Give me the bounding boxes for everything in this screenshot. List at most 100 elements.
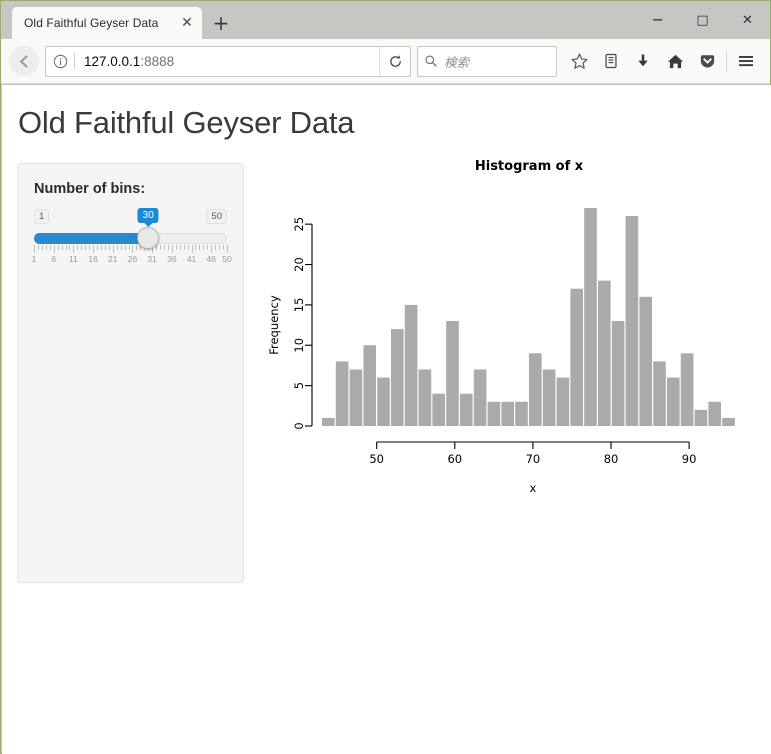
slider-tick (179, 245, 181, 250)
histogram-bar (708, 401, 721, 426)
x-axis-label: x (529, 481, 536, 495)
download-arrow-icon (638, 54, 648, 67)
bins-slider[interactable]: 1 50 30 1 6 11 16 21 26 31 36 41 46 50 (32, 208, 232, 275)
downloads-icon[interactable] (627, 46, 659, 76)
slider-tick (124, 245, 126, 250)
slider-tick (104, 245, 106, 250)
slider-tick (85, 245, 87, 250)
slider-tick (195, 245, 197, 250)
slider-tick-label: 46 (206, 254, 216, 264)
slider-tick (223, 245, 225, 250)
histogram-bar (322, 417, 335, 426)
browser-tab[interactable]: Old Faithful Geyser Data ✕ (12, 7, 202, 39)
slider-tick (116, 245, 118, 250)
y-axis-tick-label: 25 (292, 217, 306, 232)
page-title: Old Faithful Geyser Data (18, 105, 355, 140)
star-icon (570, 52, 588, 69)
toolbar-divider (726, 50, 727, 72)
browser-window: Old Faithful Geyser Data ✕ + ─ □ ✕ 127.0… (0, 0, 771, 754)
histogram-bar (501, 401, 514, 426)
slider-tick (199, 245, 201, 250)
histogram-bar (529, 353, 542, 426)
minimize-button[interactable]: ─ (635, 5, 680, 35)
library-icon[interactable] (595, 46, 627, 76)
search-icon (418, 54, 444, 68)
slider-tick (61, 245, 63, 250)
y-axis-tick-label: 20 (292, 257, 306, 272)
bookmark-star-icon[interactable] (563, 46, 595, 76)
x-axis-tick-label: 70 (526, 452, 541, 466)
plot-panel: Histogram of x 0 5 10 15 20 25 Frequency 50 60 70 8… (264, 159, 771, 583)
histogram-bar (570, 288, 583, 426)
slider-tick (34, 245, 35, 253)
url-bar[interactable]: 127.0.0.1:8888 (45, 45, 411, 77)
slider-tick (132, 245, 134, 253)
menu-lines-icon (739, 56, 753, 67)
page-content: Old Faithful Geyser Data Number of bins:… (2, 85, 771, 754)
reload-button[interactable] (379, 46, 410, 76)
histogram-bar (473, 369, 487, 426)
x-axis-tick-label: 90 (682, 452, 697, 466)
clipboard-icon (605, 53, 617, 69)
histogram-bar (418, 369, 432, 426)
slider-tick (187, 245, 189, 250)
navigation-toolbar: 127.0.0.1:8888 検索 (1, 39, 770, 84)
histogram-bar (694, 409, 708, 426)
histogram-bar (611, 321, 625, 426)
pocket-icon[interactable] (691, 46, 723, 76)
slider-tick-labels: 1 6 11 16 21 26 31 36 41 46 50 (32, 254, 232, 266)
url-text: 127.0.0.1:8888 (75, 54, 379, 69)
histogram-bar (391, 329, 404, 426)
close-window-button[interactable]: ✕ (725, 5, 770, 35)
slider-tick (167, 245, 169, 250)
slider-tick (65, 245, 67, 250)
slider-tick-label: 31 (147, 254, 157, 264)
slider-tick (128, 245, 130, 250)
slider-tick-label: 41 (186, 254, 197, 264)
search-bar[interactable]: 検索 (417, 45, 557, 77)
histogram-bar (722, 417, 735, 426)
close-icon[interactable]: ✕ (178, 14, 196, 32)
slider-tick (57, 245, 59, 250)
search-input[interactable]: 検索 (444, 52, 469, 71)
url-host: 127.0.0.1 (84, 53, 141, 69)
histogram-bar (598, 280, 611, 426)
slider-tick (211, 245, 213, 253)
histogram-bar (680, 353, 694, 426)
slider-tick (45, 245, 47, 250)
back-button[interactable] (9, 46, 39, 76)
histogram-bar (377, 377, 390, 426)
identity-icon[interactable] (46, 54, 74, 69)
histogram-plot: Histogram of x 0 5 10 15 20 25 Frequency 50 60 70 8… (267, 159, 735, 495)
slider-tick (136, 245, 138, 250)
slider-tickmarks (34, 245, 228, 254)
slider-tick (112, 245, 114, 253)
histogram-bar (556, 377, 570, 426)
magnifier-icon (425, 55, 437, 67)
slider-tick (108, 245, 110, 250)
new-tab-button[interactable]: + (206, 8, 236, 38)
maximize-button[interactable]: □ (680, 5, 725, 35)
slider-tick (175, 245, 177, 250)
slider-tick-label: 26 (127, 254, 138, 264)
slider-tick-label: 36 (167, 254, 177, 264)
x-axis-tick-label: 60 (447, 452, 462, 466)
histogram-bar (404, 304, 418, 426)
y-axis-label: Frequency (267, 295, 281, 355)
slider-tick (37, 245, 39, 250)
slider-tick-label: 21 (108, 254, 118, 264)
home-icon[interactable] (659, 46, 691, 76)
slider-tick (171, 245, 173, 253)
pocket-logo-icon (700, 54, 714, 67)
histogram-bar (584, 208, 597, 426)
histogram-bar (639, 296, 652, 426)
url-port: :8888 (140, 53, 175, 69)
hamburger-menu-icon[interactable] (730, 46, 762, 76)
slider-tick (183, 245, 185, 250)
slider-tick (191, 245, 193, 253)
slider-tick (97, 245, 99, 250)
slider-tick (69, 245, 71, 250)
histogram-bar (515, 401, 528, 426)
slider-tick (81, 245, 83, 250)
slider-tick (73, 245, 75, 253)
